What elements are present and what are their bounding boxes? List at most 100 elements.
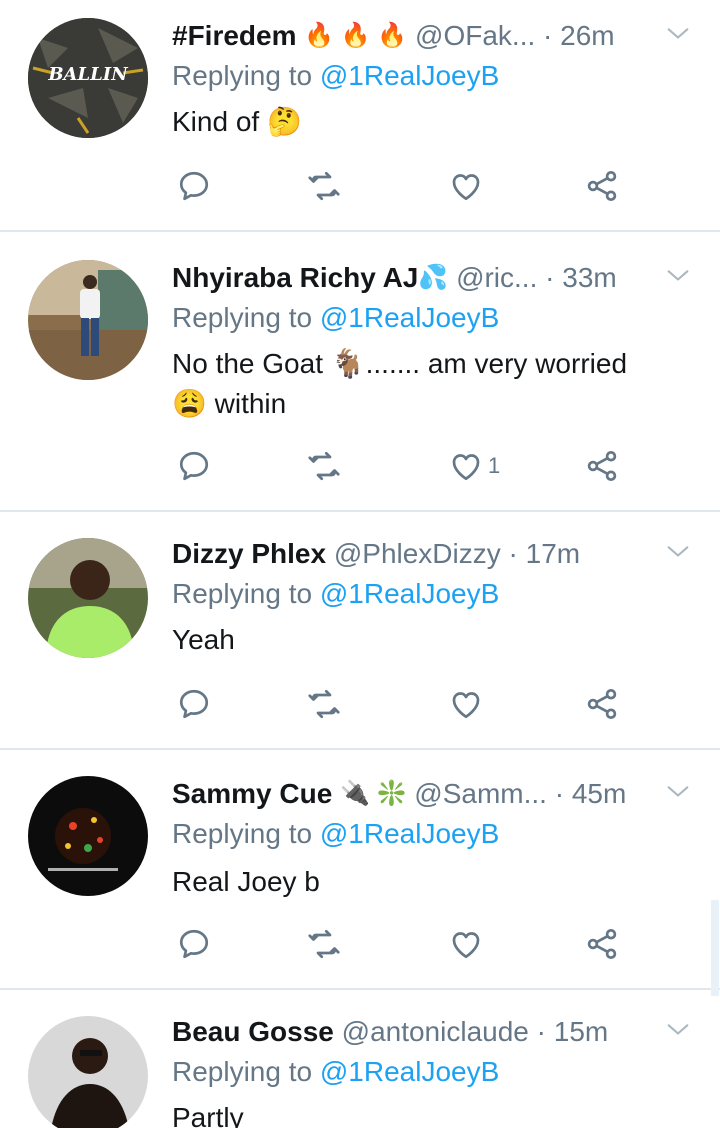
share-icon [584, 686, 620, 722]
retweet-button[interactable] [306, 166, 342, 206]
author-name[interactable]: Dizzy Phlex [172, 538, 326, 569]
chevron-down-icon[interactable] [664, 20, 692, 48]
name-emoji: 💦 [418, 264, 449, 291]
like-button[interactable] [448, 166, 488, 206]
avatar-logo-text: BALLIN [47, 64, 129, 85]
chevron-down-icon[interactable] [664, 538, 692, 566]
tweet-header: Beau Gosse @antoniclaude · 15m [172, 1012, 692, 1052]
scrollbar[interactable] [711, 900, 719, 996]
heart-icon [448, 926, 484, 962]
replying-to-label: Replying to [172, 1056, 313, 1087]
tweet-actions [0, 684, 720, 724]
author-name[interactable]: Nhyiraba Richy AJ [172, 262, 418, 293]
author-name[interactable]: Beau Gosse [172, 1016, 334, 1047]
retweet-icon [306, 168, 342, 204]
timestamp: · 33m [545, 262, 617, 293]
share-button[interactable] [584, 924, 620, 964]
like-button[interactable]: 1 [448, 446, 500, 486]
retweet-button[interactable] [306, 446, 342, 486]
tweet-text: Real Joey b [172, 866, 320, 897]
share-icon [584, 168, 620, 204]
author-handle[interactable]: @PhlexDizzy [334, 538, 501, 569]
tweet-actions [0, 924, 720, 964]
replying-to: Replying to @1RealJoeyB [172, 574, 499, 614]
tweet-header: Nhyiraba Richy AJ💦 @ric... · 33m [172, 258, 692, 298]
like-button[interactable] [448, 684, 488, 724]
mention-link[interactable]: @1RealJoeyB [320, 60, 499, 91]
avatar[interactable] [28, 1016, 148, 1128]
avatar[interactable]: BALLIN [28, 18, 148, 138]
tweet-actions: 1 [0, 446, 720, 486]
replying-to: Replying to @1RealJoeyB [172, 56, 499, 96]
replying-to: Replying to @1RealJoeyB [172, 298, 499, 338]
like-button[interactable] [448, 924, 488, 964]
like-count: 1 [488, 453, 501, 478]
avatar[interactable] [28, 538, 148, 658]
name-emoji: 🔌 ❇️ [340, 780, 407, 807]
tweet-text: Yeah [172, 624, 235, 655]
heart-icon [448, 448, 484, 484]
author-handle[interactable]: @antoniclaude [342, 1016, 529, 1047]
retweet-icon [306, 926, 342, 962]
tweet[interactable]: Sammy Cue 🔌 ❇️ @Samm... · 45m Replying t… [0, 774, 720, 988]
avatar[interactable] [28, 776, 148, 896]
replying-to-label: Replying to [172, 302, 313, 333]
reply-icon [176, 168, 212, 204]
tweet-header: Sammy Cue 🔌 ❇️ @Samm... · 45m [172, 774, 692, 814]
heart-icon [448, 168, 484, 204]
chevron-down-icon[interactable] [664, 778, 692, 806]
retweet-icon [306, 686, 342, 722]
avatar[interactable] [28, 260, 148, 380]
timestamp: · 17m [508, 538, 581, 569]
reply-button[interactable] [176, 446, 212, 486]
reply-button[interactable] [176, 924, 212, 964]
reply-button[interactable] [176, 166, 212, 206]
mention-link[interactable]: @1RealJoeyB [320, 818, 499, 849]
author-name[interactable]: Sammy Cue [172, 778, 332, 809]
tweet-text: Partly [172, 1102, 244, 1128]
reply-icon [176, 448, 212, 484]
replying-to-label: Replying to [172, 578, 313, 609]
tweet-text: Kind of 🤔 [172, 106, 302, 137]
mention-link[interactable]: @1RealJoeyB [320, 1056, 499, 1087]
divider [0, 988, 720, 990]
retweet-button[interactable] [306, 684, 342, 724]
share-button[interactable] [584, 684, 620, 724]
divider [0, 510, 720, 512]
timestamp: · 45m [554, 778, 627, 809]
tweet[interactable]: Dizzy Phlex @PhlexDizzy · 17m Replying t… [0, 534, 720, 748]
share-button[interactable] [584, 446, 620, 486]
retweet-icon [306, 448, 342, 484]
author-name[interactable]: #Firedem [172, 20, 297, 51]
author-handle[interactable]: @OFak... [415, 20, 535, 51]
tweet[interactable]: BALLIN #Firedem 🔥 🔥 🔥 @OFak... · 26m Rep… [0, 16, 720, 230]
share-icon [584, 448, 620, 484]
replying-to-label: Replying to [172, 818, 313, 849]
replying-to: Replying to @1RealJoeyB [172, 814, 499, 854]
name-emoji: 🔥 🔥 🔥 [304, 22, 408, 49]
chevron-down-icon[interactable] [664, 262, 692, 290]
divider [0, 748, 720, 750]
replying-to-label: Replying to [172, 60, 313, 91]
replying-to: Replying to @1RealJoeyB [172, 1052, 499, 1092]
tweet-text: No the Goat 🐐....... am very worried 😩 w… [172, 348, 628, 419]
author-handle[interactable]: @ric... [456, 262, 537, 293]
tweet[interactable]: Nhyiraba Richy AJ💦 @ric... · 33m Replyin… [0, 258, 720, 510]
reply-icon [176, 686, 212, 722]
chevron-down-icon[interactable] [664, 1016, 692, 1044]
author-handle[interactable]: @Samm... [414, 778, 547, 809]
heart-icon [448, 686, 484, 722]
reply-icon [176, 926, 212, 962]
tweet[interactable]: Beau Gosse @antoniclaude · 15m Replying … [0, 1012, 720, 1128]
mention-link[interactable]: @1RealJoeyB [320, 578, 499, 609]
share-icon [584, 926, 620, 962]
mention-link[interactable]: @1RealJoeyB [320, 302, 499, 333]
reply-button[interactable] [176, 684, 212, 724]
timestamp: · 15m [536, 1016, 609, 1047]
divider [0, 230, 720, 232]
tweet-header: #Firedem 🔥 🔥 🔥 @OFak... · 26m [172, 16, 692, 56]
timestamp: · 26m [543, 20, 615, 51]
tweet-header: Dizzy Phlex @PhlexDizzy · 17m [172, 534, 692, 574]
share-button[interactable] [584, 166, 620, 206]
retweet-button[interactable] [306, 924, 342, 964]
